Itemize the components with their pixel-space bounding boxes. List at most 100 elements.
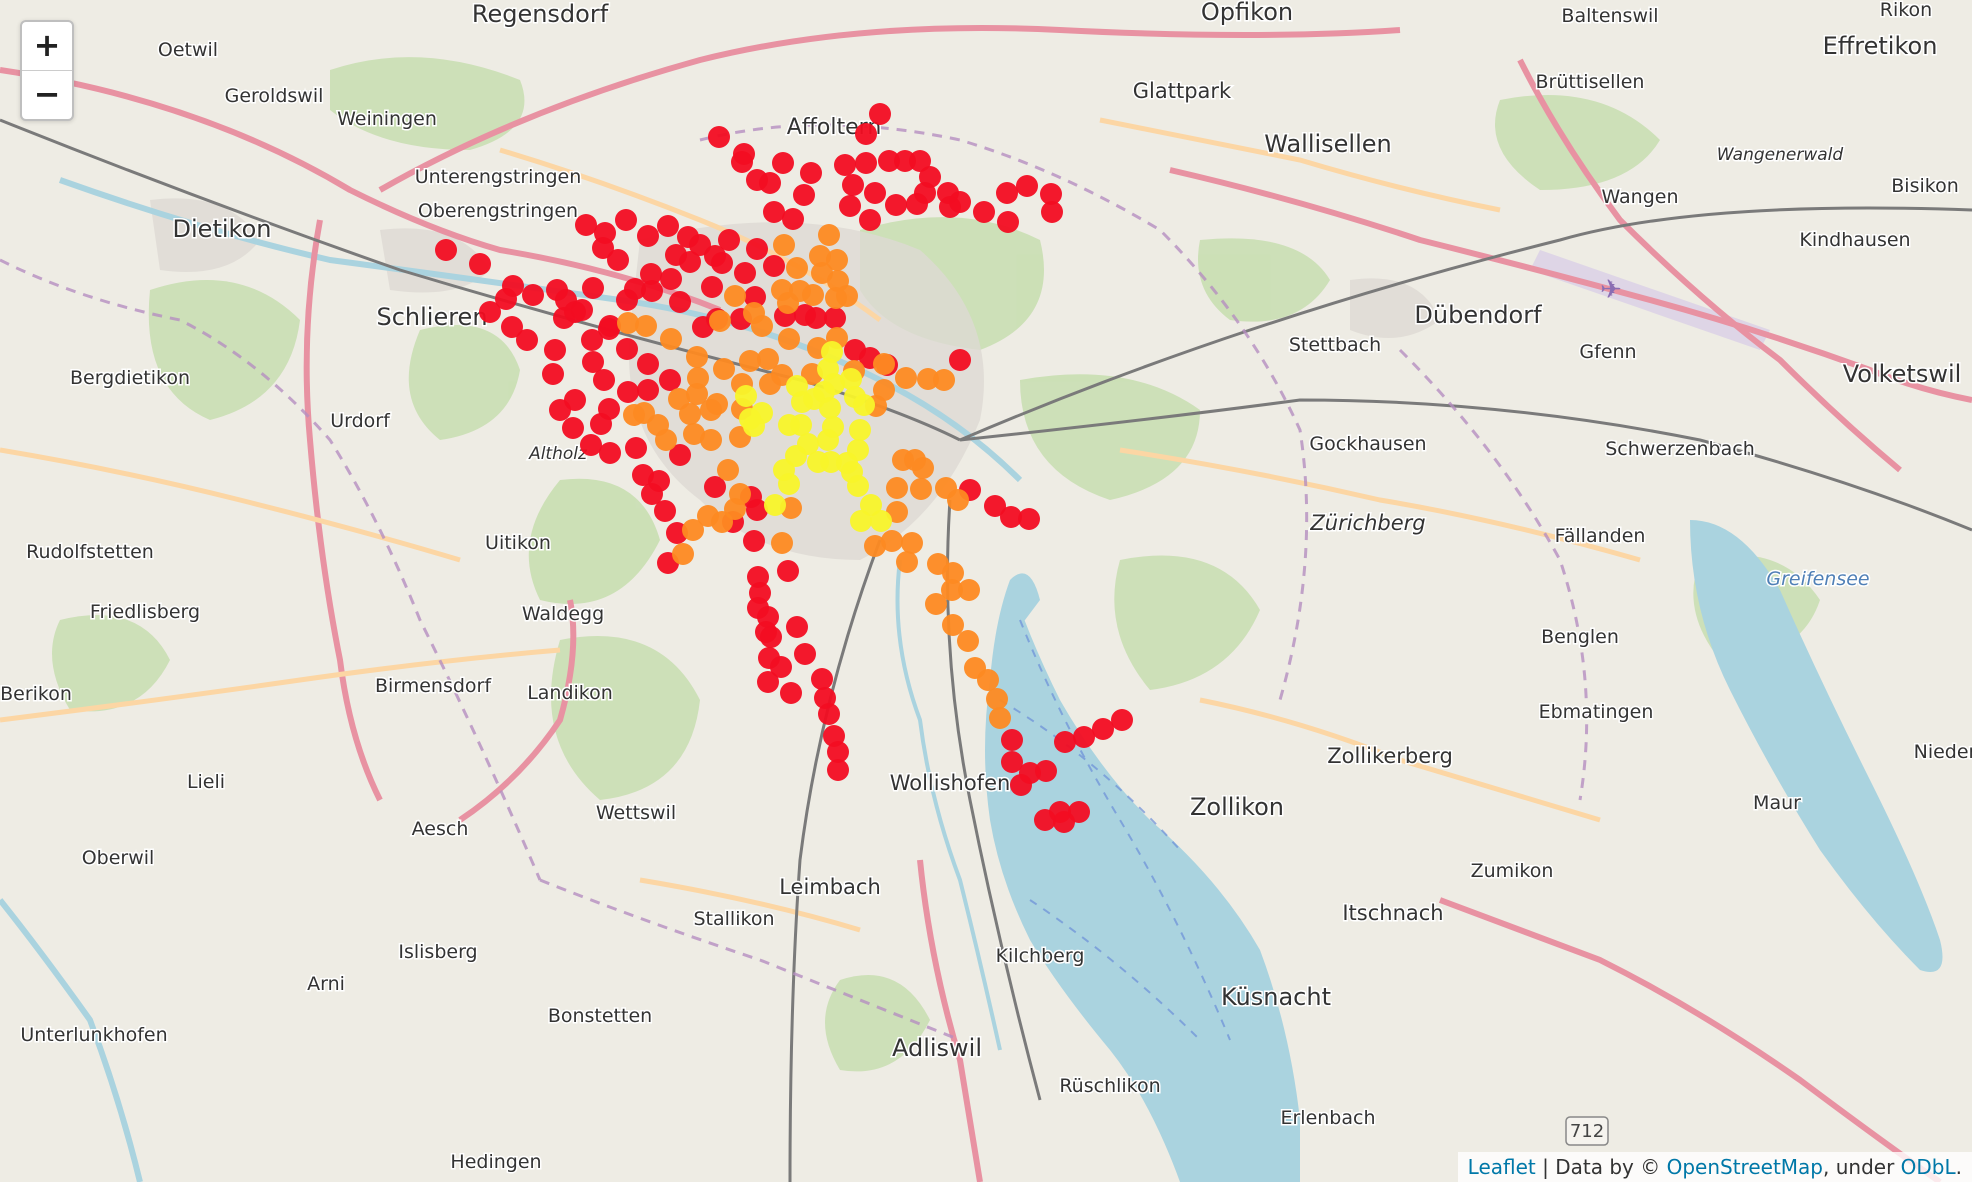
stop-marker-orange[interactable]	[896, 551, 918, 573]
stop-marker-yellow[interactable]	[870, 510, 892, 532]
stop-marker-red[interactable]	[973, 201, 995, 223]
stop-marker-red[interactable]	[679, 251, 701, 273]
stop-marker-red[interactable]	[575, 214, 597, 236]
openstreetmap-link[interactable]: OpenStreetMap	[1667, 1155, 1823, 1179]
stop-marker-orange[interactable]	[739, 350, 761, 372]
stop-marker-orange[interactable]	[912, 457, 934, 479]
stop-marker-red[interactable]	[869, 103, 891, 125]
stop-marker-red[interactable]	[1111, 709, 1133, 731]
stop-marker-orange[interactable]	[771, 532, 793, 554]
stop-marker-orange[interactable]	[679, 403, 701, 425]
stop-marker-red[interactable]	[759, 172, 781, 194]
stop-marker-yellow[interactable]	[847, 475, 869, 497]
leaflet-link[interactable]: Leaflet	[1468, 1155, 1536, 1179]
stop-marker-red[interactable]	[1001, 729, 1023, 751]
stop-marker-orange[interactable]	[709, 310, 731, 332]
stop-marker-orange[interactable]	[942, 614, 964, 636]
stop-marker-yellow[interactable]	[819, 397, 841, 419]
stop-marker-yellow[interactable]	[778, 473, 800, 495]
stop-marker-red[interactable]	[542, 363, 564, 385]
stop-marker-red[interactable]	[1041, 201, 1063, 223]
stop-marker-orange[interactable]	[957, 630, 979, 652]
stop-marker-red[interactable]	[811, 668, 833, 690]
stop-marker-red[interactable]	[859, 209, 881, 231]
zoom-out-button[interactable]: −	[22, 71, 72, 119]
stop-marker-red[interactable]	[885, 194, 907, 216]
stop-marker-orange[interactable]	[873, 353, 895, 375]
stop-marker-red[interactable]	[793, 184, 815, 206]
stop-marker-red[interactable]	[637, 353, 659, 375]
stop-marker-yellow[interactable]	[850, 510, 872, 532]
zoom-in-button[interactable]: +	[22, 22, 72, 71]
stop-marker-red[interactable]	[711, 252, 733, 274]
stop-marker-yellow[interactable]	[853, 394, 875, 416]
stop-marker-orange[interactable]	[672, 543, 694, 565]
stop-marker-red[interactable]	[827, 759, 849, 781]
stop-marker-yellow[interactable]	[735, 385, 757, 407]
stop-marker-orange[interactable]	[786, 257, 808, 279]
stop-marker-red[interactable]	[580, 434, 602, 456]
stop-marker-yellow[interactable]	[791, 391, 813, 413]
stop-marker-orange[interactable]	[958, 579, 980, 601]
stop-marker-red[interactable]	[824, 307, 846, 329]
stop-marker-red[interactable]	[855, 123, 877, 145]
stop-marker-yellow[interactable]	[743, 415, 765, 437]
stop-marker-red[interactable]	[648, 470, 670, 492]
stop-marker-red[interactable]	[1035, 760, 1057, 782]
stop-marker-red[interactable]	[660, 268, 682, 290]
stop-marker-orange[interactable]	[947, 489, 969, 511]
stop-marker-red[interactable]	[786, 616, 808, 638]
stop-marker-orange[interactable]	[773, 234, 795, 256]
stop-marker-orange[interactable]	[713, 358, 735, 380]
stop-marker-orange[interactable]	[886, 477, 908, 499]
stop-marker-red[interactable]	[842, 174, 864, 196]
stop-marker-red[interactable]	[516, 329, 538, 351]
stop-marker-yellow[interactable]	[849, 419, 871, 441]
stop-marker-red[interactable]	[435, 239, 457, 261]
stop-marker-red[interactable]	[734, 262, 756, 284]
stop-marker-red[interactable]	[949, 349, 971, 371]
stop-marker-red[interactable]	[593, 369, 615, 391]
stop-marker-red[interactable]	[763, 201, 785, 223]
stop-marker-orange[interactable]	[901, 532, 923, 554]
stop-marker-orange[interactable]	[802, 284, 824, 306]
stop-marker-orange[interactable]	[881, 530, 903, 552]
stop-marker-orange[interactable]	[635, 315, 657, 337]
stop-marker-red[interactable]	[1073, 726, 1095, 748]
stop-marker-red[interactable]	[794, 643, 816, 665]
stop-marker-red[interactable]	[582, 277, 604, 299]
stop-marker-yellow[interactable]	[764, 494, 786, 516]
stop-marker-orange[interactable]	[686, 346, 708, 368]
stop-marker-red[interactable]	[479, 301, 501, 323]
stop-marker-red[interactable]	[637, 225, 659, 247]
stop-marker-red[interactable]	[1054, 731, 1076, 753]
stop-marker-red[interactable]	[760, 626, 782, 648]
stop-marker-red[interactable]	[1092, 718, 1114, 740]
stop-marker-red[interactable]	[855, 152, 877, 174]
stop-marker-red[interactable]	[701, 276, 723, 298]
stop-marker-red[interactable]	[800, 162, 822, 184]
stop-marker-red[interactable]	[708, 126, 730, 148]
stop-marker-red[interactable]	[659, 369, 681, 391]
stop-marker-orange[interactable]	[660, 328, 682, 350]
stop-marker-orange[interactable]	[743, 302, 765, 324]
stop-marker-red[interactable]	[1016, 175, 1038, 197]
stop-marker-red[interactable]	[641, 280, 663, 302]
stop-marker-red[interactable]	[654, 500, 676, 522]
stop-marker-yellow[interactable]	[817, 429, 839, 451]
stop-marker-orange[interactable]	[655, 429, 677, 451]
stop-marker-red[interactable]	[731, 151, 753, 173]
stop-marker-red[interactable]	[777, 560, 799, 582]
stop-marker-red[interactable]	[1018, 508, 1040, 530]
stop-marker-red[interactable]	[996, 182, 1018, 204]
stop-marker-orange[interactable]	[717, 459, 739, 481]
stop-marker-red[interactable]	[522, 284, 544, 306]
stop-marker-orange[interactable]	[724, 285, 746, 307]
stop-marker-orange[interactable]	[700, 399, 722, 421]
stop-marker-red[interactable]	[772, 152, 794, 174]
stop-marker-red[interactable]	[780, 682, 802, 704]
stop-marker-red[interactable]	[906, 193, 928, 215]
stop-marker-red[interactable]	[834, 154, 856, 176]
stop-marker-red[interactable]	[669, 291, 691, 313]
stop-marker-red[interactable]	[607, 249, 629, 271]
